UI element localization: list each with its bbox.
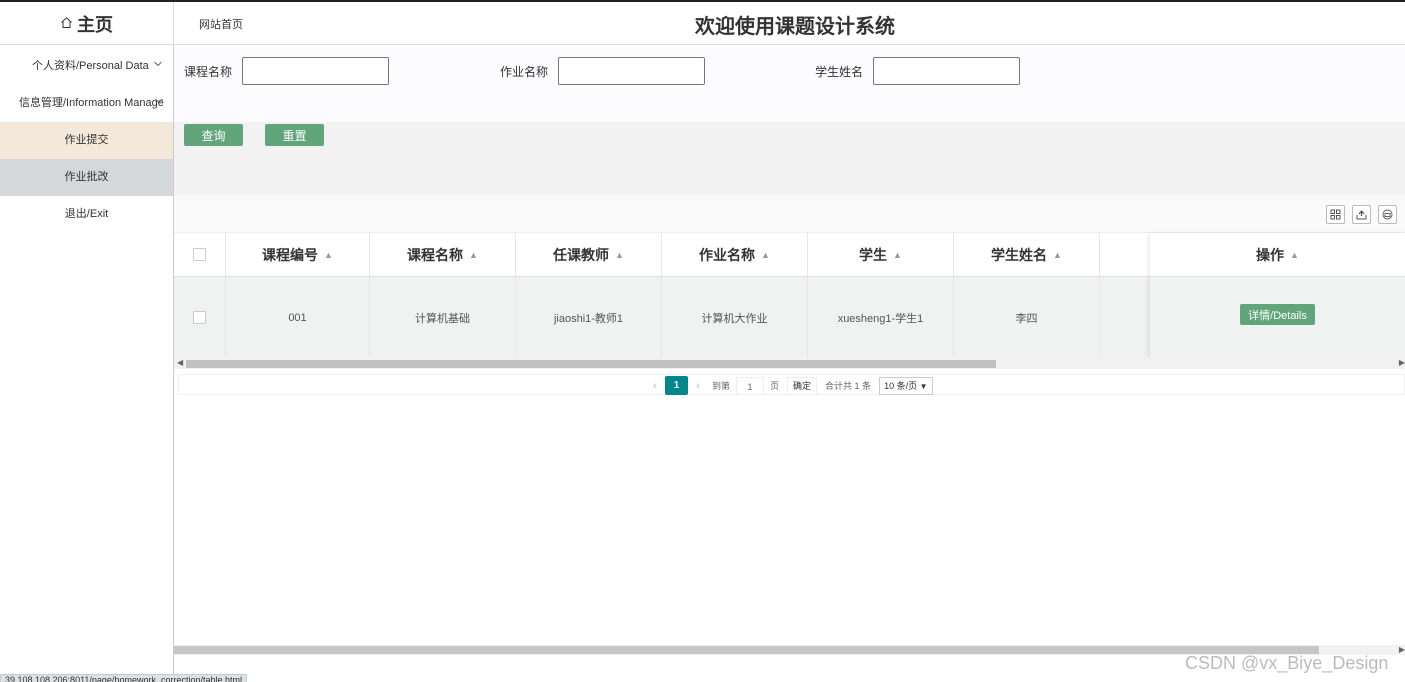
sort-icon: ▲︎	[469, 249, 478, 260]
sort-icon: ▲︎	[1053, 249, 1062, 260]
table-cell: 001	[226, 277, 370, 358]
sort-icon: ▲︎	[1290, 249, 1299, 260]
cell-text: jiaoshi1-教师1	[553, 312, 624, 325]
query-button[interactable]: 查询	[184, 124, 243, 146]
brand-label: 主页	[77, 14, 113, 35]
column-header-label: 操作	[1256, 246, 1285, 263]
print-icon[interactable]	[1378, 205, 1397, 224]
app-window: 主页 网站首页 欢迎使用课题设计系统 个人资料/Personal Data 信息…	[0, 0, 1405, 682]
column-header[interactable]: 任课教师 ▲︎	[516, 233, 662, 276]
course-name-input[interactable]	[242, 57, 390, 85]
current-page-button[interactable]: 1	[665, 376, 688, 395]
column-header[interactable]: 课程编号 ▲︎	[226, 233, 370, 276]
column-header-label: 作业名称	[699, 246, 756, 263]
cell-text: 计算机基础	[415, 312, 470, 325]
sidebar-item-homework-correction[interactable]: 作业批改	[0, 159, 173, 196]
goto-page-input[interactable]: 1	[736, 376, 765, 395]
export-icon[interactable]	[1352, 205, 1371, 224]
goto-confirm-button[interactable]: 确定	[787, 376, 818, 395]
cell-text: 李四	[1015, 312, 1038, 325]
column-header-label: 课程名称	[407, 246, 464, 263]
sort-icon: ▲︎	[324, 249, 333, 260]
sort-icon: ▲︎	[615, 249, 624, 260]
table-cell: 李四	[954, 277, 1100, 358]
table-cell: xuesheng1-学生1	[808, 277, 954, 358]
column-header[interactable]: 课程名称 ▲︎	[370, 233, 516, 276]
page-title: 欢迎使用课题设计系统	[695, 16, 895, 38]
column-header[interactable]: 操作 ▲︎	[1150, 233, 1405, 277]
homework-name-label: 作业名称	[500, 64, 549, 79]
course-name-field: 课程名称	[184, 57, 390, 85]
student-name-field: 学生姓名	[815, 57, 1021, 85]
scroll-right-icon[interactable]: ▶	[1399, 358, 1405, 367]
column-header-label: 学生	[859, 246, 888, 263]
table-scrollbar[interactable]: ◀ ▶	[174, 358, 1405, 369]
cell-text: 计算机大作业	[701, 312, 768, 325]
student-name-input[interactable]	[873, 57, 1021, 85]
page-size-value: 10 条/页	[884, 380, 918, 391]
home-link[interactable]: 主页	[0, 2, 174, 45]
table-cell: 计算机大作业	[662, 277, 808, 358]
pagination: ‹ 1 › 到第 1 页 确定 合计共 1 条 10 条/页 ▼	[645, 375, 933, 396]
column-header[interactable]: 作业名称 ▲︎	[662, 233, 808, 276]
select-all-cell	[174, 233, 226, 276]
student-name-label: 学生姓名	[815, 64, 864, 79]
goto-suffix: 页	[770, 381, 780, 391]
data-table: 课程编号 ▲︎ 课程名称 ▲︎ 任课教师 ▲︎ 作业名称 ▲︎ 学生 ▲︎ 学生姓名 ▲︎ …	[174, 233, 1405, 358]
cell-text: xuesheng1-学生1	[837, 312, 924, 325]
chevron-down-icon: ▼	[919, 381, 928, 391]
course-name-label: 课程名称	[184, 64, 233, 79]
sidebar-item-information-manage[interactable]: 信息管理/Information Manage	[0, 85, 173, 122]
column-header-label: 学生姓名	[991, 246, 1048, 263]
sidebar-item-personal-data[interactable]: 个人资料/Personal Data	[0, 48, 173, 85]
sidebar-item-label: 个人资料/Personal Data	[32, 60, 149, 72]
action-column: 操作 ▲︎ 详情/Details	[1150, 233, 1405, 358]
columns-icon[interactable]	[1326, 205, 1345, 224]
table-cell: jiaoshi1-教师1	[516, 277, 662, 358]
total-count: 合计共 1 条	[825, 381, 872, 391]
page-size-select[interactable]: 10 条/页 ▼	[879, 376, 933, 395]
column-header-label: 任课教师	[553, 246, 610, 263]
sidebar: 个人资料/Personal Data 信息管理/Information Mana…	[0, 45, 174, 682]
row-checkbox[interactable]	[193, 311, 206, 324]
table-toolbar	[174, 195, 1405, 233]
sidebar-item-homework-submit[interactable]: 作业提交	[0, 122, 173, 159]
chevron-down-icon	[153, 48, 163, 85]
chevron-down-icon	[154, 85, 164, 122]
sort-icon: ▲︎	[761, 249, 770, 260]
homework-name-field: 作业名称	[500, 57, 706, 85]
details-button[interactable]: 详情/Details	[1240, 304, 1315, 325]
status-url: 39.108.108.206:8011/page/homework_correc…	[0, 674, 247, 682]
row-select-cell	[174, 277, 226, 358]
scroll-left-icon[interactable]: ◀	[177, 358, 183, 367]
sort-icon: ▲︎	[893, 249, 902, 260]
goto-prefix: 到第	[712, 381, 731, 391]
action-cell: 详情/Details	[1150, 277, 1405, 358]
scrollbar-thumb[interactable]	[186, 360, 996, 368]
watermark: CSDN @vx_Biye_Design	[1185, 653, 1389, 673]
pagination-bar: ‹ 1 › 到第 1 页 确定 合计共 1 条 10 条/页 ▼	[178, 374, 1405, 395]
table-cell: 计算机基础	[370, 277, 516, 358]
scrollbar-thumb[interactable]	[174, 646, 1319, 654]
sidebar-item-exit[interactable]: 退出/Exit	[0, 196, 173, 233]
sidebar-item-label: 信息管理/Information Manage	[19, 97, 164, 109]
column-header[interactable]: 学生姓名 ▲︎	[954, 233, 1100, 276]
reset-button[interactable]: 重置	[265, 124, 324, 146]
site-home-link[interactable]: 网站首页	[199, 16, 243, 32]
scroll-right-icon[interactable]: ▶	[1399, 645, 1405, 654]
search-actions: 查询 重置	[174, 122, 1405, 195]
homework-name-input[interactable]	[558, 57, 706, 85]
select-all-checkbox[interactable]	[193, 248, 206, 261]
top-header: 主页 网站首页 欢迎使用课题设计系统	[0, 2, 1405, 45]
search-form: 课程名称 作业名称 学生姓名	[174, 46, 1405, 122]
next-page-icon[interactable]: ›	[688, 380, 708, 392]
column-header[interactable]: 学生 ▲︎	[808, 233, 954, 276]
cell-text: 001	[288, 311, 307, 324]
prev-page-icon[interactable]: ‹	[645, 380, 665, 392]
column-header-label: 课程编号	[262, 246, 319, 263]
home-icon	[60, 16, 73, 32]
